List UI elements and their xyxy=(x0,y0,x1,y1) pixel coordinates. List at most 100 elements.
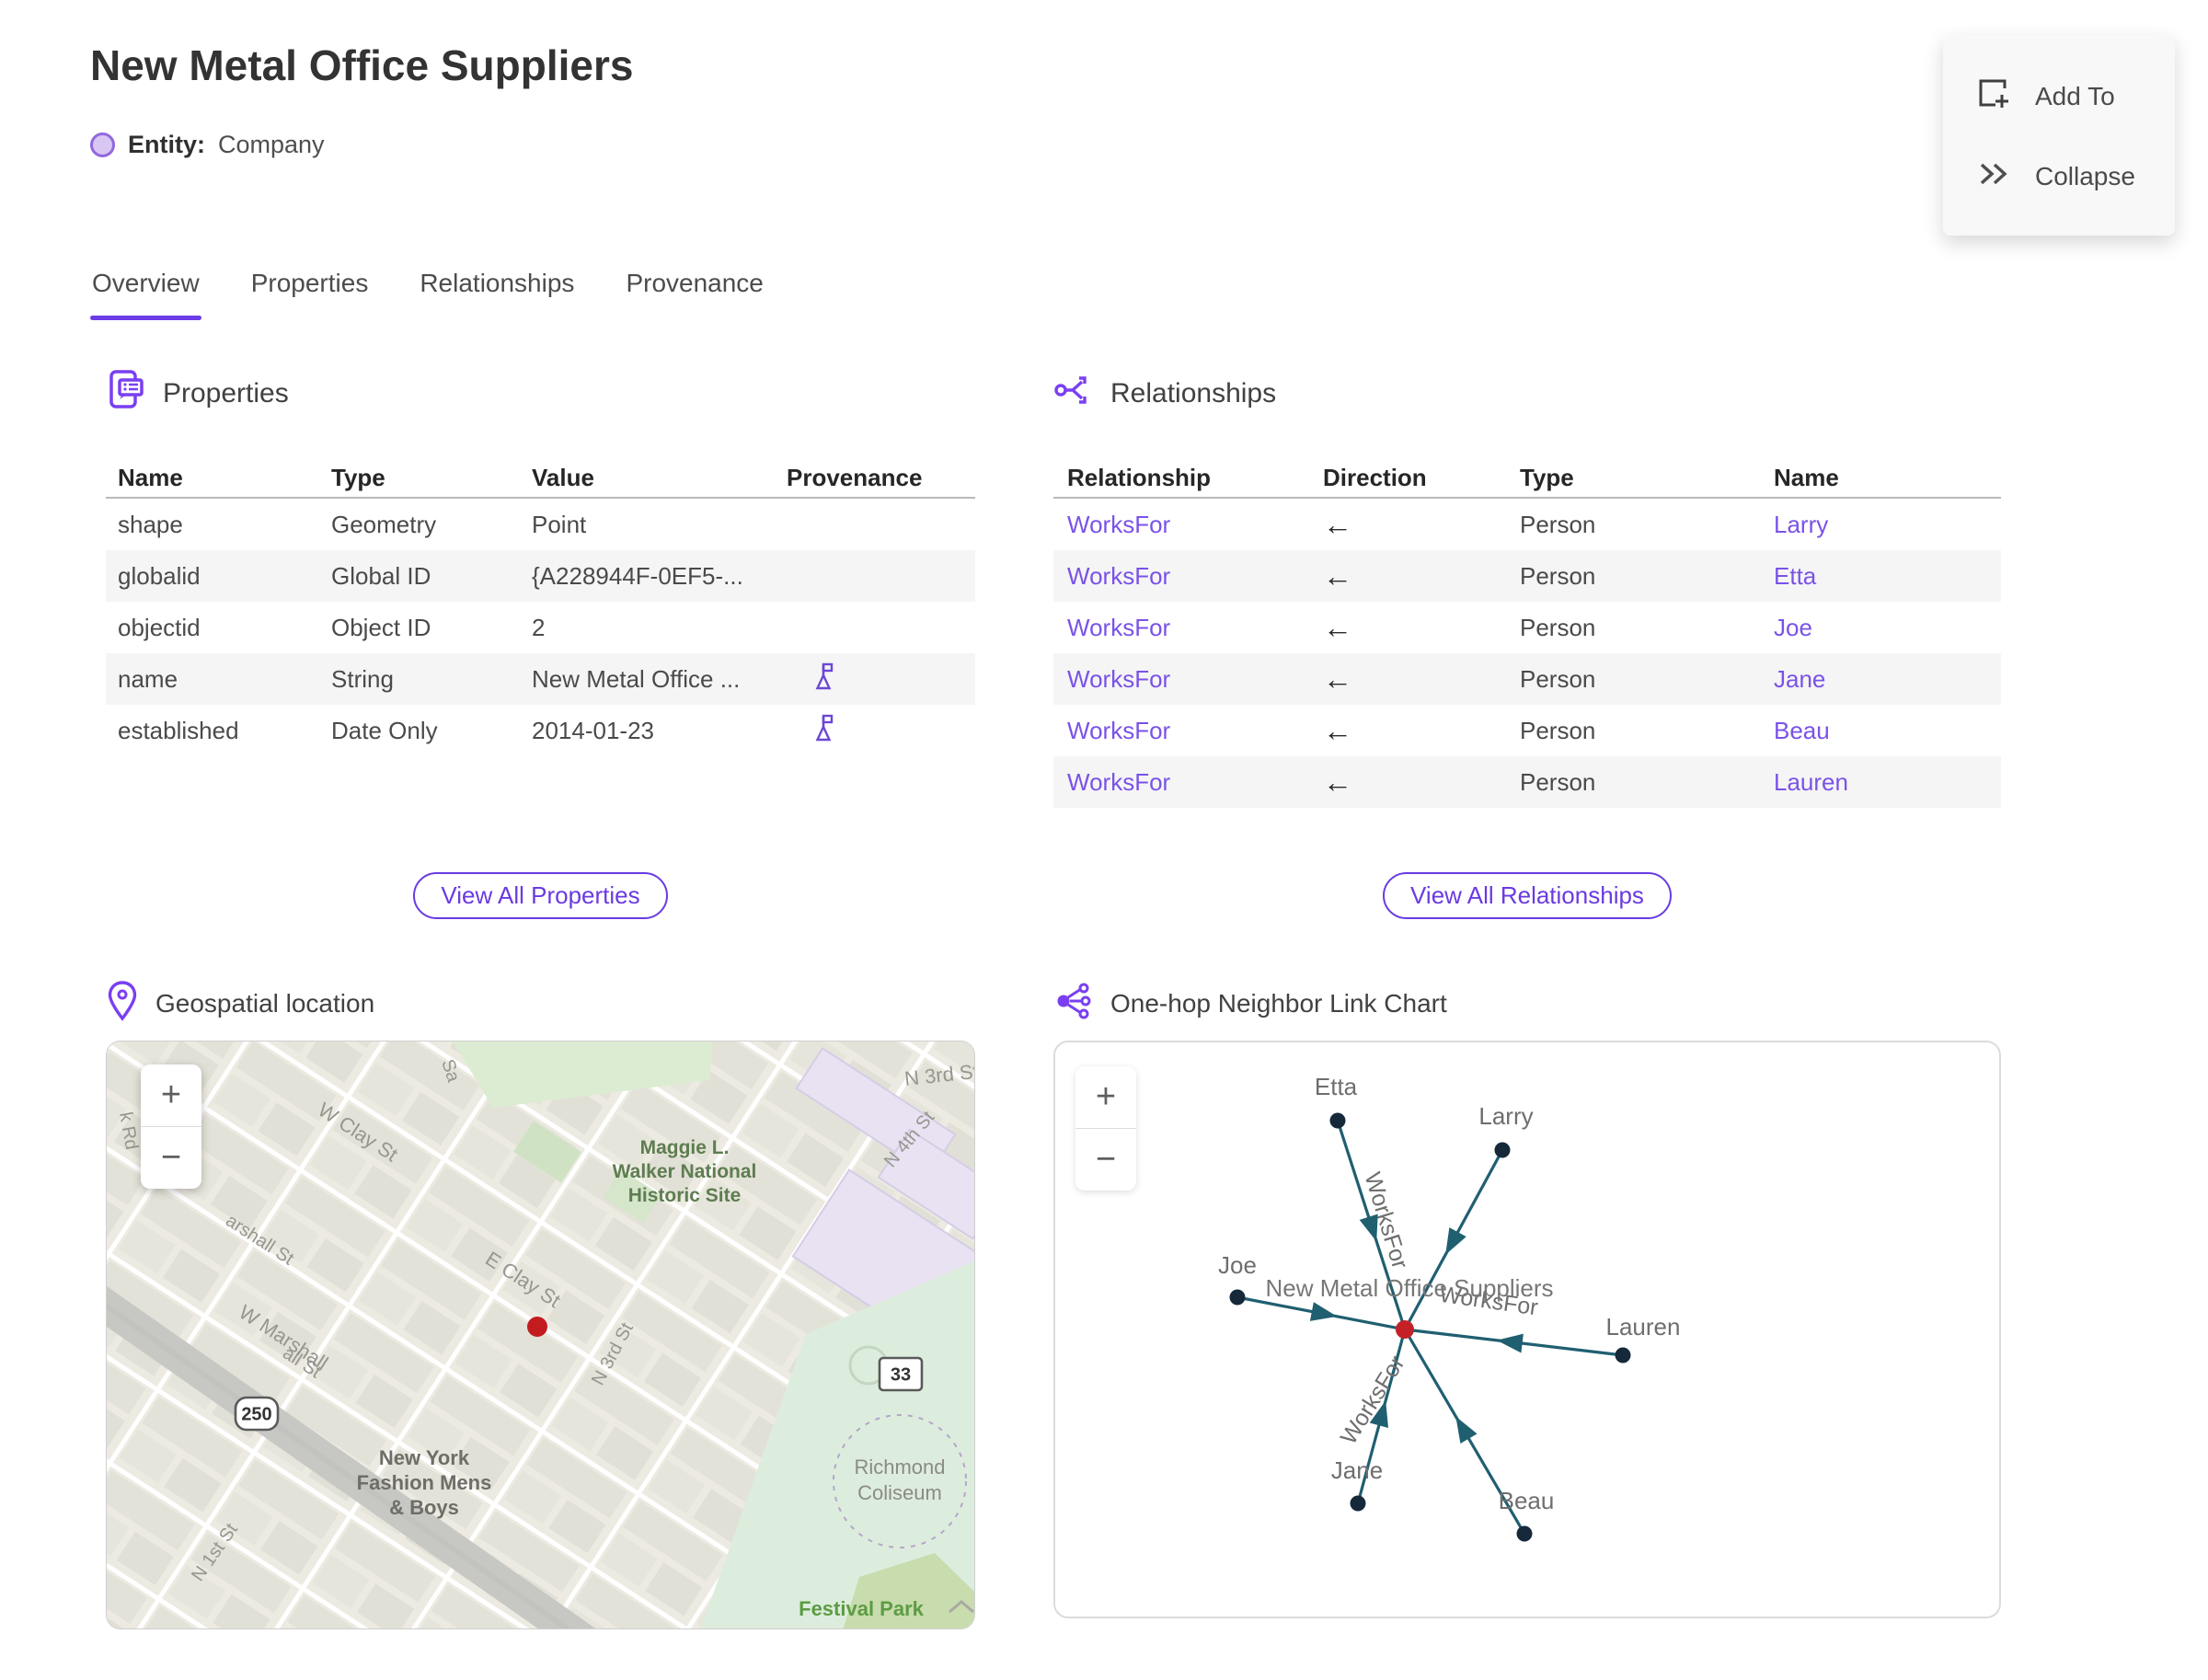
relationship-row: WorksFor ← Person Joe xyxy=(1053,602,2001,653)
map-pin-icon xyxy=(106,979,139,1030)
entity-name-link[interactable]: Lauren xyxy=(1774,768,2001,797)
tab-bar: Overview Properties Relationships Provenanc… xyxy=(90,269,765,320)
graph-node-label: Larry xyxy=(1478,1102,1533,1130)
relationship-row: WorksFor ← Person Jane xyxy=(1053,653,2001,705)
property-cell: String xyxy=(331,664,394,693)
properties-table-header: Name Type Value Provenance xyxy=(106,458,975,499)
entity-name-link[interactable]: Beau xyxy=(1774,717,2001,745)
view-all-relationships-button[interactable]: View All Relationships xyxy=(1383,872,1672,919)
properties-table: shape Geometry Point globalid Global ID {A228… xyxy=(106,499,975,756)
entity-detail-page: New Metal Office Suppliers Entity: Compa… xyxy=(0,0,2208,1680)
relationship-type: Person xyxy=(1520,664,1596,693)
column-header: Type xyxy=(331,463,385,491)
relationship-link[interactable]: WorksFor xyxy=(1067,665,1323,694)
property-cell: established xyxy=(118,716,239,744)
column-header: Name xyxy=(1774,463,1839,491)
direction-arrow: ← xyxy=(1323,765,1352,799)
graph-node-jane[interactable] xyxy=(1350,1495,1366,1512)
property-row: name String New Metal Office ... xyxy=(106,653,975,705)
link-chart-section-title: One-hop Neighbor Link Chart xyxy=(1110,989,1447,1018)
chart-zoom-control: + − xyxy=(1075,1066,1136,1191)
property-row: shape Geometry Point xyxy=(106,499,975,550)
properties-section-title: Properties xyxy=(163,378,289,408)
property-cell: globalid xyxy=(118,561,201,590)
chart-zoom-in-button[interactable]: + xyxy=(1075,1066,1136,1128)
graph-node-beau[interactable] xyxy=(1516,1525,1533,1542)
relationship-link[interactable]: WorksFor xyxy=(1067,768,1323,797)
entity-type: Company xyxy=(218,131,325,158)
graph-node-label: Lauren xyxy=(1606,1313,1681,1341)
entity-name-link[interactable]: Joe xyxy=(1774,614,2001,642)
property-row: globalid Global ID {A228944F-0EF5-... xyxy=(106,550,975,602)
map-zoom-control: + − xyxy=(141,1064,201,1189)
column-header: Direction xyxy=(1323,463,1427,491)
relationship-link[interactable]: WorksFor xyxy=(1067,511,1323,539)
tab-provenance[interactable]: Provenance xyxy=(624,269,765,320)
entity-name-link[interactable]: Larry xyxy=(1774,511,2001,539)
entity-dot-icon xyxy=(90,132,115,157)
property-value: {A228944F-0EF5-... xyxy=(532,561,743,590)
property-cell: name xyxy=(118,664,178,693)
collapse-label: Collapse xyxy=(2035,162,2135,191)
relationship-link[interactable]: WorksFor xyxy=(1067,614,1323,642)
graph-node-etta[interactable] xyxy=(1329,1112,1346,1129)
relationship-row: WorksFor ← Person Larry xyxy=(1053,499,2001,550)
entity-label: Entity: xyxy=(128,131,205,158)
tab-properties[interactable]: Properties xyxy=(249,269,371,320)
edge-arrowhead xyxy=(1445,1227,1466,1255)
edge-arrowhead xyxy=(1309,1302,1338,1321)
column-header: Relationship xyxy=(1067,463,1212,491)
graph-node-lauren[interactable] xyxy=(1615,1347,1631,1364)
link-chart-section-header: One-hop Neighbor Link Chart xyxy=(1053,982,2001,1026)
property-cell: Geometry xyxy=(331,510,437,538)
route-shield: 250 xyxy=(234,1396,280,1432)
relationship-type: Person xyxy=(1520,510,1596,538)
property-value: New Metal Office ... xyxy=(532,664,741,693)
property-cell: Date Only xyxy=(331,716,438,744)
chart-zoom-out-button[interactable]: − xyxy=(1075,1128,1136,1191)
one-hop-network-icon xyxy=(1053,981,1094,1028)
link-chart-canvas[interactable]: WorksFor WorksFor WorksFor Etta Larry Joe Laur… xyxy=(1053,1041,2001,1618)
add-to-button[interactable]: Add To xyxy=(1974,75,2175,118)
left-column: Properties Name Type Value Provenance shape… xyxy=(106,370,975,1629)
graph-node-label: Jane xyxy=(1331,1456,1383,1484)
edge-label: WorksFor xyxy=(1336,1352,1410,1449)
right-column: Relationships Relationship Direction Type N… xyxy=(1053,372,2001,1618)
map-canvas[interactable]: k Rd W Clay St Sa arshall St W Marshall all S… xyxy=(106,1041,975,1629)
column-header: Value xyxy=(532,463,594,491)
relationships-icon xyxy=(1053,370,1094,418)
graph-node-label: Beau xyxy=(1499,1487,1555,1514)
properties-section-header: Properties xyxy=(106,370,975,416)
add-to-icon xyxy=(1974,75,2011,118)
relationship-type: Person xyxy=(1520,561,1596,590)
relationship-row: WorksFor ← Person Lauren xyxy=(1053,756,2001,808)
graph-node-label: Joe xyxy=(1218,1251,1257,1279)
map-zoom-in-button[interactable]: + xyxy=(141,1064,201,1126)
entity-type-row: Entity: Company xyxy=(90,131,325,159)
direction-arrow: ← xyxy=(1323,558,1352,593)
collapse-button[interactable]: Collapse xyxy=(1974,158,2175,196)
view-all-properties-button[interactable]: View All Properties xyxy=(413,872,668,919)
tab-relationships[interactable]: Relationships xyxy=(418,269,576,320)
graph-node-joe[interactable] xyxy=(1229,1289,1246,1306)
geospatial-section-title: Geospatial location xyxy=(155,989,375,1018)
property-value: 2014-01-23 xyxy=(532,716,654,744)
direction-arrow: ← xyxy=(1323,713,1352,747)
tab-overview[interactable]: Overview xyxy=(90,269,201,320)
entity-name-link[interactable]: Jane xyxy=(1774,665,2001,694)
column-header: Type xyxy=(1520,463,1574,491)
map-entity-marker[interactable] xyxy=(527,1317,547,1337)
provenance-flag-icon[interactable] xyxy=(787,713,975,749)
entity-name-link[interactable]: Etta xyxy=(1774,562,2001,591)
graph-node-label: Etta xyxy=(1315,1073,1358,1100)
relationship-link[interactable]: WorksFor xyxy=(1067,562,1323,591)
graph-center-node[interactable] xyxy=(1396,1320,1414,1339)
map-zoom-out-button[interactable]: − xyxy=(141,1126,201,1189)
graph-node-larry[interactable] xyxy=(1494,1142,1511,1158)
page-title: New Metal Office Suppliers xyxy=(90,41,634,89)
actions-panel: Add To Collapse xyxy=(1943,35,2175,236)
relationship-link[interactable]: WorksFor xyxy=(1067,717,1323,745)
property-value: 2 xyxy=(532,613,546,641)
provenance-flag-icon[interactable] xyxy=(787,662,975,697)
property-row: objectid Object ID 2 xyxy=(106,602,975,653)
